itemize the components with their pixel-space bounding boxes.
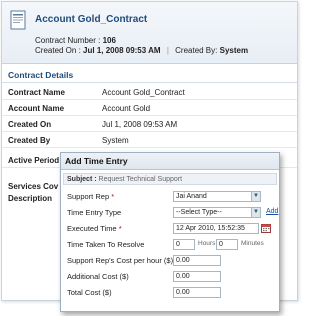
detail-label: Active Period xyxy=(8,156,60,165)
contract-number-value: 106 xyxy=(102,36,116,45)
subject-label: Subject : xyxy=(67,176,97,183)
detail-label: Description xyxy=(8,194,53,203)
detail-row: Contract Name Account Gold_Contract xyxy=(2,84,297,100)
time-taken-label: Time Taken To Resolve xyxy=(67,240,145,249)
minutes-unit: Minutes xyxy=(241,240,264,247)
add-type-link[interactable]: Add xyxy=(266,208,278,215)
total-cost-label: Total Cost ($) xyxy=(67,288,112,297)
chevron-down-icon: ▼ xyxy=(251,192,260,201)
rate-label: Support Rep's Cost per hour ($) xyxy=(67,256,174,265)
detail-value: Account Gold xyxy=(102,104,151,113)
record-header: Account Gold_Contract Contract Number : … xyxy=(2,2,297,64)
created-by-value: System xyxy=(219,46,249,55)
detail-row: Account Name Account Gold xyxy=(2,100,297,116)
hours-unit: Hours xyxy=(198,240,216,247)
rate-input[interactable]: 0.00 xyxy=(173,255,221,266)
created-on-label: Created On : xyxy=(35,46,81,55)
rate-row: Support Rep's Cost per hour ($) 0.00 xyxy=(61,253,279,267)
hours-input[interactable]: 0 xyxy=(173,239,195,250)
calendar-icon[interactable] xyxy=(261,223,271,233)
detail-label: Contract Name xyxy=(8,88,65,97)
total-cost-row: Total Cost ($) 0.00 xyxy=(61,285,279,299)
detail-label: Account Name xyxy=(8,104,65,113)
record-title: Account Gold_Contract xyxy=(35,14,148,25)
entry-type-select[interactable]: --Select Type-- ▼ xyxy=(173,207,261,218)
required-mark: * xyxy=(118,224,122,233)
add-time-entry-dialog: Add Time Entry Subject : Request Technic… xyxy=(60,152,280,312)
created-line: Created On : Jul 1, 2008 09:53 AM | Crea… xyxy=(35,46,249,55)
detail-label: Created On xyxy=(8,120,52,129)
chevron-down-icon: ▼ xyxy=(251,208,260,217)
detail-label: Created By xyxy=(8,136,51,145)
executed-time-row: Executed Time * 12 Apr 2010, 15:52:35 xyxy=(61,221,279,235)
contract-number-line: Contract Number : 106 xyxy=(35,36,116,45)
entry-type-row: Time Entry Type --Select Type-- ▼ Add xyxy=(61,205,279,219)
contract-number-label: Contract Number : xyxy=(35,36,101,45)
minutes-input[interactable]: 0 xyxy=(216,239,238,250)
dialog-subject: Subject : Request Technical Support xyxy=(63,173,277,185)
detail-value: System xyxy=(102,136,129,145)
detail-row: Created By System xyxy=(2,132,297,148)
created-by-label: Created By: xyxy=(175,46,218,55)
detail-value: Jul 1, 2008 09:53 AM xyxy=(102,120,178,129)
entry-type-value: --Select Type-- xyxy=(176,209,222,216)
detail-row: Created On Jul 1, 2008 09:53 AM xyxy=(2,116,297,132)
additional-cost-row: Additional Cost ($) 0.00 xyxy=(61,269,279,283)
time-taken-row: Time Taken To Resolve 0 Hours 0 Minutes xyxy=(61,237,279,251)
required-mark: * xyxy=(111,192,115,201)
entry-type-label: Time Entry Type xyxy=(67,208,122,217)
detail-value: Account Gold_Contract xyxy=(102,88,185,97)
section-title: Contract Details xyxy=(2,68,297,83)
support-rep-row: Support Rep * Jai Anand ▼ xyxy=(61,189,279,203)
executed-time-input[interactable]: 12 Apr 2010, 15:52:35 xyxy=(173,223,259,234)
total-cost-input[interactable]: 0.00 xyxy=(173,287,221,298)
support-rep-select[interactable]: Jai Anand ▼ xyxy=(173,191,261,202)
subject-value: Request Technical Support xyxy=(98,176,183,183)
additional-cost-label: Additional Cost ($) xyxy=(67,272,129,281)
executed-time-label: Executed Time xyxy=(67,224,117,233)
support-rep-value: Jai Anand xyxy=(176,193,207,200)
dialog-title: Add Time Entry xyxy=(61,153,279,170)
document-icon xyxy=(10,10,26,30)
created-on-value: Jul 1, 2008 09:53 AM xyxy=(83,46,161,55)
support-rep-label: Support Rep xyxy=(67,192,110,201)
additional-cost-input[interactable]: 0.00 xyxy=(173,271,221,282)
